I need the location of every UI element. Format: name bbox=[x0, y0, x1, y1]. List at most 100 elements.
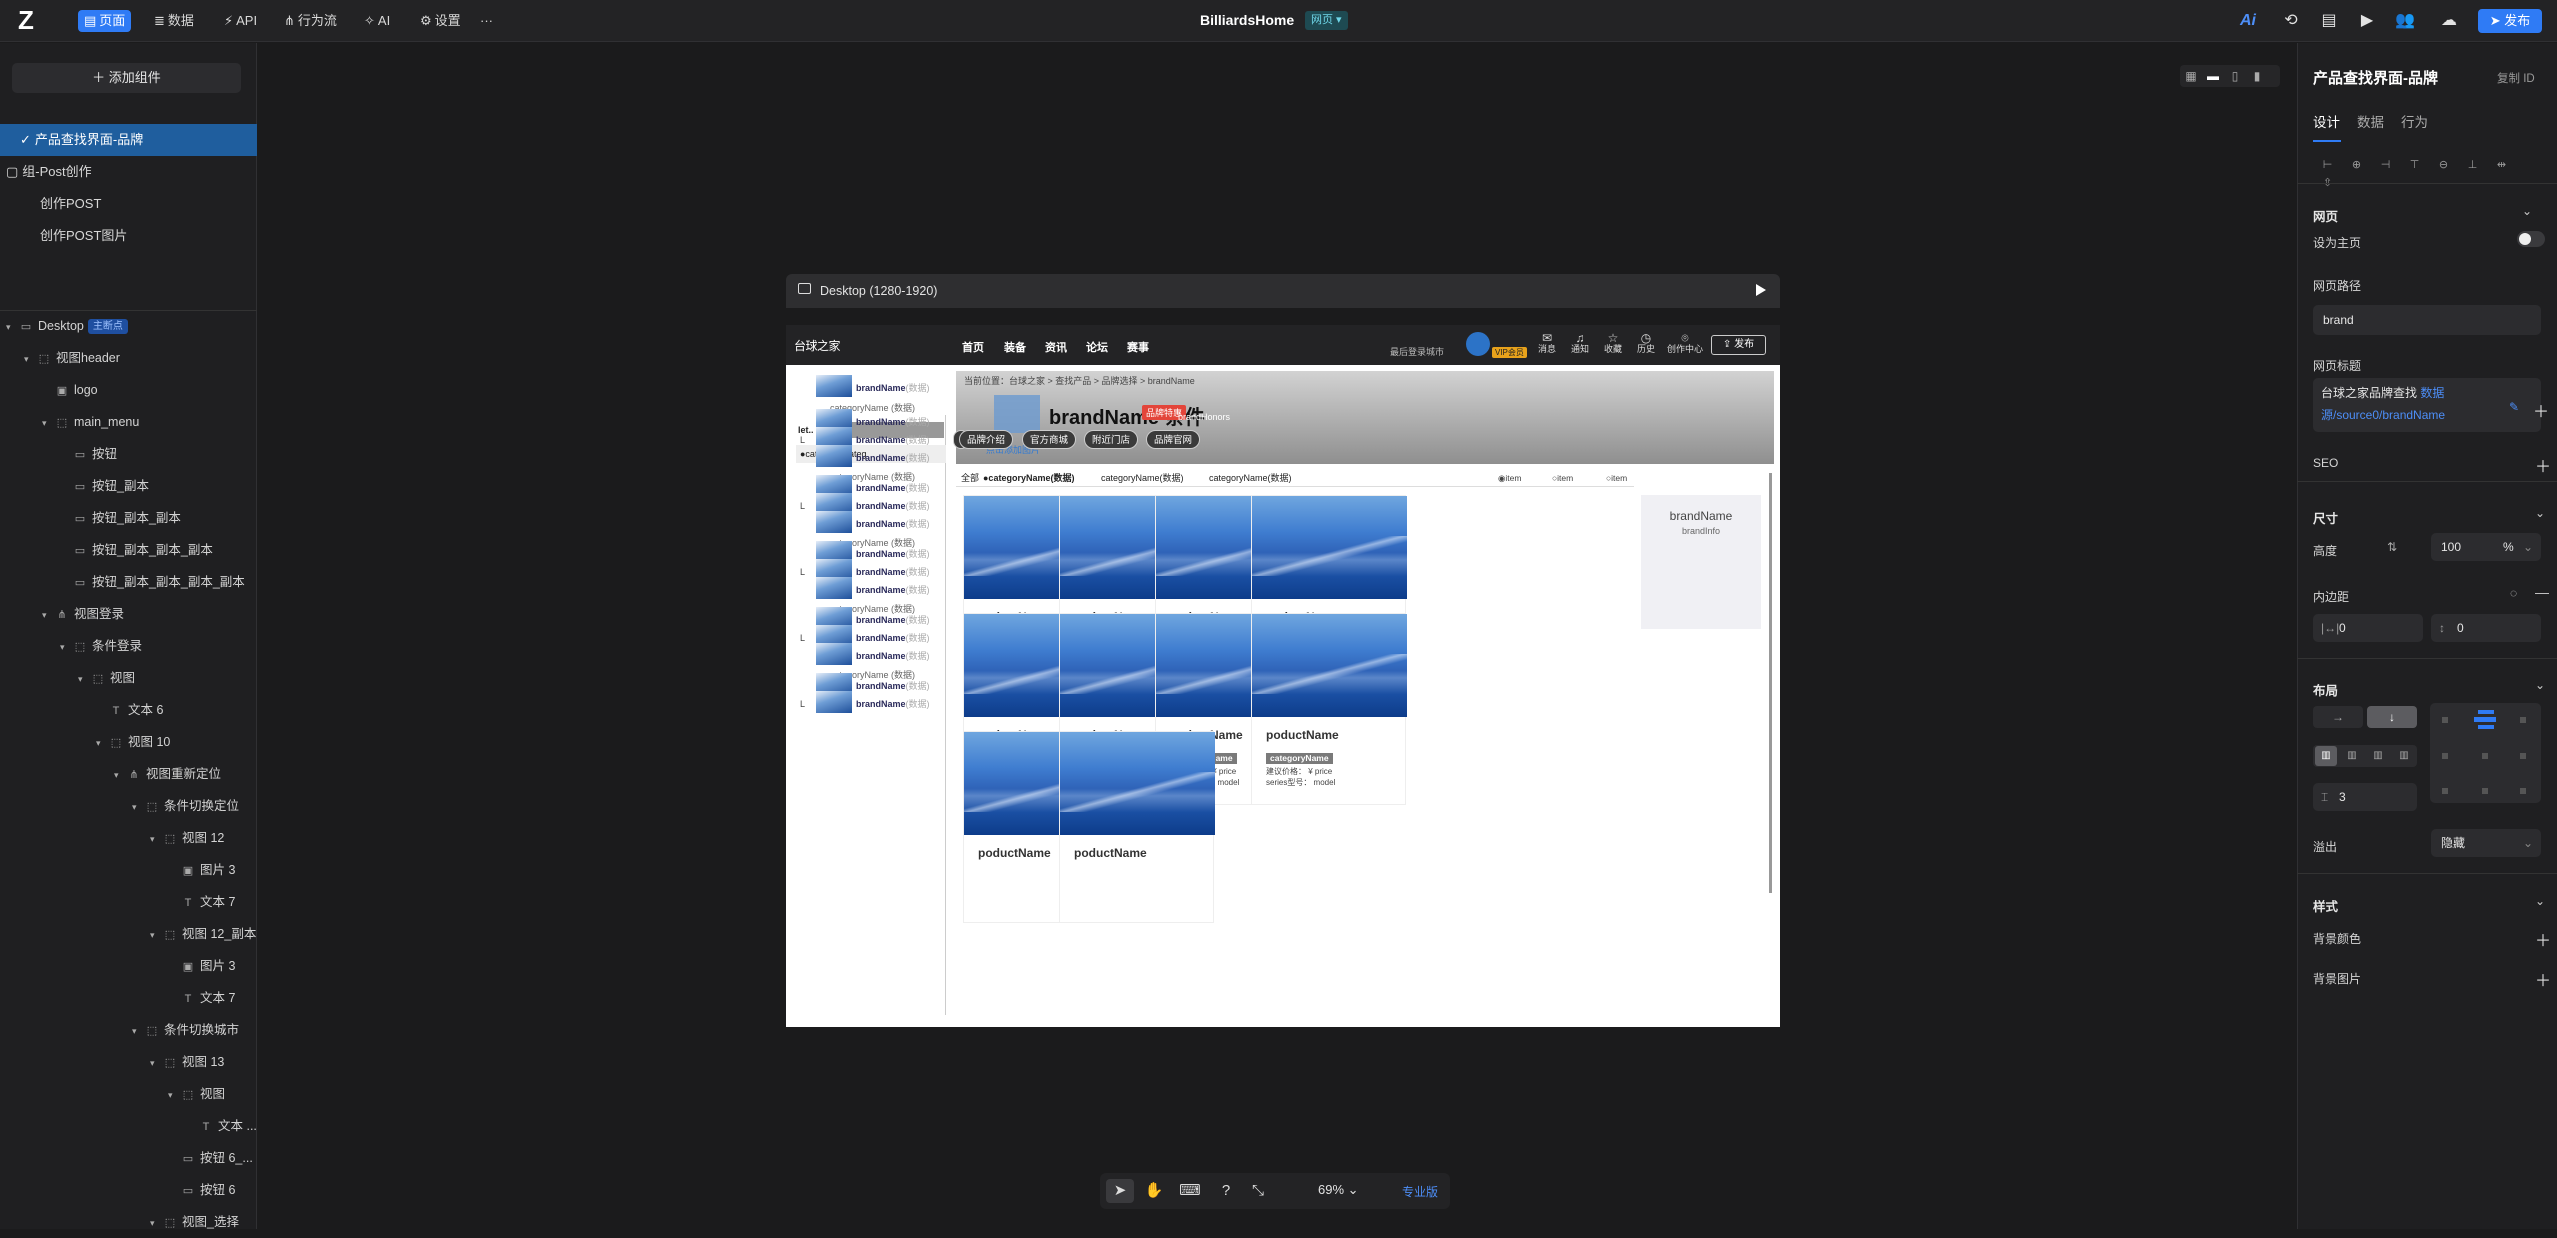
site-nav-forum[interactable]: 论坛 bbox=[1086, 339, 1108, 355]
layer-item[interactable]: ▣ logo bbox=[42, 375, 98, 405]
collapse-icon[interactable]: ⤡ bbox=[1244, 1179, 1272, 1203]
add-component-button[interactable]: ＋ 添加组件 bbox=[12, 63, 241, 93]
caret-icon[interactable]: ▾ bbox=[6, 312, 18, 342]
layer-item[interactable]: ▾ ⬚ 视图 12_副本 bbox=[150, 919, 256, 949]
page-item[interactable]: ✓ 产品查找界面-品牌 bbox=[0, 124, 257, 156]
scrollbar[interactable] bbox=[1769, 473, 1772, 893]
caret-icon[interactable]: ▾ bbox=[150, 824, 162, 854]
notification-icon[interactable]: ♫ 通知 bbox=[1565, 332, 1595, 355]
chevron-down-icon[interactable]: ⌄ bbox=[2535, 894, 2545, 908]
layer-item[interactable]: ▾ ⋔ 视图登录 bbox=[42, 599, 124, 629]
layer-item[interactable]: ▭ 按钮 6 bbox=[168, 1175, 236, 1205]
product-image[interactable] bbox=[1252, 496, 1407, 599]
page-item[interactable]: ▢ 组-Post创作 bbox=[0, 156, 257, 188]
page-item[interactable]: 创作POST图片 bbox=[0, 220, 257, 252]
cloud-icon[interactable]: ☁ bbox=[2438, 10, 2460, 32]
grid-view-icon[interactable]: ▦ bbox=[2180, 65, 2202, 87]
distribute-h-icon[interactable]: ⇹ bbox=[2487, 158, 2516, 171]
brand-thumbnail[interactable] bbox=[816, 511, 852, 533]
keyboard-icon[interactable]: ⌨ bbox=[1176, 1179, 1204, 1203]
history-icon[interactable]: ◷ 历史 bbox=[1631, 332, 1661, 355]
sidebar-brand-name[interactable]: brandName(数据) bbox=[856, 481, 930, 494]
nearby-stores-button[interactable]: 附近门店 bbox=[1084, 430, 1139, 449]
layer-item[interactable]: ▭ 按钮_副本 bbox=[60, 471, 149, 501]
caret-icon[interactable]: ▾ bbox=[42, 408, 54, 438]
sidebar-brand-name[interactable]: brandName(数据) bbox=[856, 631, 930, 644]
favorite-icon[interactable]: ☆ 收藏 bbox=[1598, 332, 1628, 355]
align-top-icon[interactable]: ⊤ bbox=[2400, 158, 2429, 171]
caret-icon[interactable]: ▾ bbox=[132, 1016, 144, 1046]
brand-thumbnail[interactable] bbox=[816, 577, 852, 599]
document-icon[interactable]: ▤ bbox=[2318, 10, 2340, 32]
overflow-select[interactable]: 隐藏 ⌄ bbox=[2431, 829, 2541, 857]
sidebar-brand-name[interactable]: brandName(数据) bbox=[856, 433, 930, 446]
layer-item[interactable]: ▾ ⬚ 视图 bbox=[78, 663, 135, 693]
layer-item[interactable]: ▾ ⬚ 视图_选择 bbox=[150, 1207, 239, 1237]
layer-item[interactable]: ▣ 图片 3 bbox=[168, 855, 236, 885]
filter-option[interactable]: categoryName(数据) bbox=[1101, 469, 1184, 487]
distribute-around-icon[interactable]: ▥ bbox=[2393, 746, 2415, 766]
layer-item[interactable]: ▾ ⬚ 视图header bbox=[24, 343, 120, 373]
brand-intro-button[interactable]: 品牌介绍 bbox=[959, 430, 1014, 449]
app-logo[interactable]: Z bbox=[18, 7, 44, 33]
filter-all[interactable]: 全部 bbox=[961, 469, 979, 487]
brand-thumbnail[interactable] bbox=[816, 375, 852, 397]
caret-icon[interactable]: ▾ bbox=[132, 792, 144, 822]
add-seo-icon[interactable]: ＋ bbox=[2535, 453, 2551, 477]
caret-icon[interactable]: ▾ bbox=[150, 1208, 162, 1238]
product-card[interactable]: poductName categoryName 建议价格： ¥ priceserie… bbox=[1251, 613, 1407, 805]
avatar[interactable] bbox=[1466, 332, 1490, 356]
tab-api[interactable]: ⚡ API bbox=[218, 10, 263, 32]
chevron-down-icon[interactable]: ⌄ bbox=[2522, 204, 2532, 218]
direction-vertical-button[interactable]: ↓ bbox=[2367, 706, 2417, 728]
tab-data[interactable]: ≣ 数据 bbox=[148, 10, 200, 32]
add-title-binding-icon[interactable]: ＋ bbox=[2533, 398, 2549, 422]
caret-icon[interactable]: ▾ bbox=[114, 760, 126, 790]
brand-logo-image[interactable] bbox=[994, 395, 1040, 433]
align-left-icon[interactable]: ⊢ bbox=[2313, 158, 2342, 171]
product-image[interactable] bbox=[1252, 614, 1407, 717]
layer-item[interactable]: ▭ 按钮_副本_副本_副本_副本 bbox=[60, 567, 245, 597]
help-icon[interactable]: ? bbox=[1212, 1179, 1240, 1203]
align-right-icon[interactable]: ⊣ bbox=[2371, 158, 2400, 171]
sidebar-brand-name[interactable]: brandName(数据) bbox=[856, 381, 930, 394]
caret-icon[interactable]: ▾ bbox=[78, 664, 90, 694]
tab-data[interactable]: 数据 bbox=[2357, 111, 2384, 131]
layer-item[interactable]: ▾ ⋔ 视图重新定位 bbox=[114, 759, 221, 789]
site-nav-home[interactable]: 首页 bbox=[962, 339, 984, 355]
layer-item[interactable]: ▾ ⬚ 视图 bbox=[168, 1079, 225, 1109]
layer-item[interactable]: ▾ ⬚ 条件切换城市 bbox=[132, 1015, 239, 1045]
sidebar-brand-name[interactable]: brandName(数据) bbox=[856, 415, 930, 428]
site-publish-button[interactable]: ⇪ 发布 bbox=[1711, 335, 1766, 355]
tab-flow[interactable]: ⋔ 行为流 bbox=[278, 10, 343, 32]
product-card[interactable]: poductName bbox=[1059, 731, 1215, 923]
caret-icon[interactable]: ▾ bbox=[150, 1048, 162, 1078]
sort-radio[interactable]: ○item bbox=[1552, 469, 1573, 487]
remove-padding-icon[interactable]: — bbox=[2535, 584, 2549, 600]
page-preview[interactable]: 台球之家BilliardsHome 首页 装备 资讯 论坛 赛事 最后登录城市 … bbox=[786, 325, 1780, 1027]
sidebar-brand-name[interactable]: brandName(数据) bbox=[856, 517, 930, 530]
align-center-icon[interactable]: ⊕ bbox=[2342, 158, 2371, 171]
select-tool-icon[interactable]: ➤ bbox=[1106, 1179, 1134, 1203]
search-icon[interactable]: ⟲ bbox=[2280, 10, 2302, 32]
site-nav-news[interactable]: 资讯 bbox=[1045, 339, 1067, 355]
layer-item[interactable]: T 文本 ... bbox=[186, 1111, 257, 1141]
last-login-city[interactable]: 最后登录城市 bbox=[1390, 345, 1444, 358]
caret-icon[interactable]: ▾ bbox=[42, 600, 54, 630]
height-input[interactable]: 100% ⌄ bbox=[2431, 533, 2541, 561]
pro-edition-link[interactable]: 专业版 bbox=[1402, 1183, 1438, 1200]
filter-selected[interactable]: ●categoryName(数据) bbox=[983, 469, 1074, 487]
message-icon[interactable]: ✉ 消息 bbox=[1532, 332, 1562, 355]
creator-center-icon[interactable]: ⌾ 创作中心 bbox=[1666, 332, 1704, 355]
distribute-start-icon[interactable]: ▥ bbox=[2315, 746, 2337, 766]
filter-option[interactable]: categoryName(数据) bbox=[1209, 469, 1292, 487]
zoom-dropdown[interactable]: 69% ⌄ bbox=[1318, 1182, 1359, 1198]
site-logo[interactable]: 台球之家BilliardsHome bbox=[794, 331, 896, 383]
padding-mode-icon[interactable]: ◌ bbox=[2510, 586, 2517, 600]
layer-item[interactable]: ▾ ⬚ 视图 12 bbox=[150, 823, 224, 853]
sidebar-brand-name[interactable]: brandName(数据) bbox=[856, 649, 930, 662]
set-home-toggle[interactable] bbox=[2517, 231, 2545, 247]
layer-item[interactable]: ▭ 按钮 6_... bbox=[168, 1143, 253, 1173]
layer-item[interactable]: ▾ ⬚ main_menu bbox=[42, 407, 139, 437]
tab-design[interactable]: 设计 bbox=[2313, 111, 2340, 131]
